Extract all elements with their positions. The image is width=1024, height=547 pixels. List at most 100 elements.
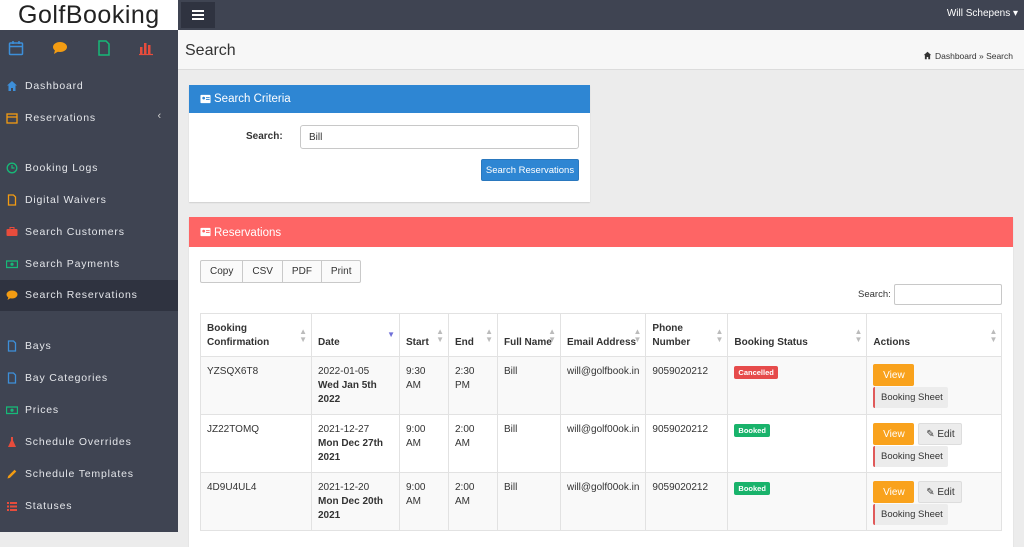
sort-icon: ▲ ▼ bbox=[633, 327, 642, 344]
sidebar-item-dashboard[interactable]: Dashboard bbox=[0, 71, 178, 102]
status-badge: Cancelled bbox=[734, 366, 778, 379]
column-header-full-name[interactable]: Full Name ▲ ▼ bbox=[497, 313, 561, 357]
bar-chart-icon[interactable] bbox=[138, 40, 154, 56]
booking-sheet-button[interactable]: Booking Sheet bbox=[873, 387, 949, 408]
table-row: YZSQX6T8 2022-01-05 Wed Jan 5th 2022 9:30… bbox=[200, 356, 1003, 415]
edit-button-label: Edit bbox=[937, 428, 955, 440]
money-icon bbox=[6, 406, 18, 415]
date-short: 2022-01-05 bbox=[318, 366, 370, 377]
calendar-icon bbox=[6, 113, 18, 124]
sidebar-item-label: Booking Logs bbox=[25, 162, 99, 174]
sidebar-item-prices[interactable]: Prices bbox=[0, 395, 178, 426]
reservations-header: Reservations bbox=[189, 217, 1013, 247]
column-header-email-address[interactable]: Email Address ▲ ▼ bbox=[559, 313, 647, 357]
table-header-row: Booking Confirmation ▲ ▼ Date ▼ Start ▲ ▼ End… bbox=[200, 313, 1003, 357]
column-header-phone-number[interactable]: Phone Number ▲ ▼ bbox=[645, 313, 729, 357]
chevron-left-icon: ‹ bbox=[157, 110, 162, 122]
booking-sheet-button[interactable]: Booking Sheet bbox=[873, 504, 949, 525]
table-row: JZ22TOMQ 2021-12-27 Mon Dec 27th 2021 9:0… bbox=[200, 414, 1003, 473]
file-outline-icon bbox=[7, 372, 17, 384]
cell-start: 9:30 AM bbox=[399, 356, 449, 415]
cell-actions: View ✎ Edit Booking Sheet bbox=[866, 472, 1003, 531]
sidebar-item-bay-categories[interactable]: Bay Categories bbox=[0, 363, 178, 394]
cell-full-name: Bill bbox=[497, 472, 561, 531]
table-search-label: Search: bbox=[858, 289, 891, 300]
cell-start: 9:00 AM bbox=[399, 414, 449, 473]
cell-end: 2:00 AM bbox=[448, 472, 498, 531]
cell-email: will@golfbook.in bbox=[559, 356, 647, 415]
cell-status: Booked bbox=[727, 414, 868, 473]
id-card-icon bbox=[200, 227, 211, 237]
edit-button[interactable]: ✎ Edit bbox=[918, 481, 963, 503]
table-row: 4D9U4UL4 2021-12-20 Mon Dec 20th 2021 9:0… bbox=[200, 472, 1003, 531]
date-long: Mon Dec 20th 2021 bbox=[318, 496, 384, 521]
search-criteria-panel: Search Criteria Search: Search Reservati… bbox=[189, 85, 590, 202]
view-button[interactable]: View bbox=[873, 423, 915, 445]
chat-bubble-icon[interactable] bbox=[52, 40, 68, 56]
calendar-icon[interactable] bbox=[8, 40, 24, 56]
column-header-booking-confirmation[interactable]: Booking Confirmation ▲ ▼ bbox=[200, 313, 312, 357]
search-criteria-title: Search Criteria bbox=[214, 93, 291, 105]
view-button[interactable]: View bbox=[873, 364, 915, 386]
sidebar-item-label: Search Payments bbox=[25, 258, 120, 270]
column-header-label: Actions bbox=[873, 337, 911, 348]
column-header-actions[interactable]: Actions ▲ ▼ bbox=[866, 313, 1003, 357]
cell-confirmation: JZ22TOMQ bbox=[200, 414, 312, 473]
quick-icons-bar bbox=[0, 38, 178, 62]
search-label: Search: bbox=[246, 131, 283, 142]
sidebar-item-search-payments[interactable]: Search Payments bbox=[0, 249, 178, 280]
cell-confirmation: 4D9U4UL4 bbox=[200, 472, 312, 531]
column-header-start[interactable]: Start ▲ ▼ bbox=[399, 313, 449, 357]
pdf-button[interactable]: PDF bbox=[281, 260, 322, 283]
sidebar-item-label: Search Customers bbox=[25, 226, 125, 238]
file-icon[interactable] bbox=[96, 40, 112, 56]
cell-date: 2021-12-20 Mon Dec 20th 2021 bbox=[311, 472, 400, 531]
home-icon bbox=[923, 51, 932, 60]
column-header-date[interactable]: Date ▼ bbox=[311, 313, 400, 357]
table-search-input[interactable] bbox=[894, 284, 1002, 305]
search-reservations-button[interactable]: Search Reservations bbox=[481, 159, 579, 181]
user-name: Will Schepens bbox=[946, 8, 1011, 19]
clock-icon bbox=[6, 162, 18, 174]
sidebar-item-bays[interactable]: Bays bbox=[0, 331, 178, 362]
column-header-label: End bbox=[455, 337, 474, 348]
copy-button[interactable]: Copy bbox=[200, 260, 244, 283]
user-menu[interactable]: Will Schepens ▾ bbox=[947, 8, 1018, 19]
cell-end: 2:30 PM bbox=[448, 356, 498, 415]
sidebar-item-schedule-templates[interactable]: Schedule Templates bbox=[0, 459, 178, 490]
csv-button[interactable]: CSV bbox=[242, 260, 283, 283]
print-button[interactable]: Print bbox=[320, 260, 362, 283]
view-button[interactable]: View bbox=[873, 481, 915, 503]
sidebar-item-schedule-overrides[interactable]: Schedule Overrides bbox=[0, 427, 178, 458]
logo[interactable]: GolfBooking bbox=[0, 0, 178, 30]
cell-full-name: Bill bbox=[497, 414, 561, 473]
sidebar-item-digital-waivers[interactable]: Digital Waivers bbox=[0, 185, 178, 216]
sort-icon: ▲ ▼ bbox=[548, 327, 556, 344]
sort-desc-icon: ▼ bbox=[387, 330, 395, 339]
status-badge: Booked bbox=[734, 482, 770, 495]
sidebar-item-search-reservations[interactable]: Search Reservations bbox=[0, 280, 178, 311]
sidebar-item-booking-logs[interactable]: Booking Logs bbox=[0, 153, 178, 184]
sidebar-item-reservations[interactable]: Reservations ‹ bbox=[0, 103, 178, 134]
breadcrumb-home-link[interactable]: Dashboard bbox=[935, 51, 977, 61]
id-card-icon bbox=[200, 94, 211, 104]
cell-actions: View ✎ Edit Booking Sheet bbox=[866, 414, 1003, 473]
sidebar-item-label: Prices bbox=[25, 404, 59, 416]
edit-button[interactable]: ✎ Edit bbox=[918, 423, 963, 445]
sidebar-item-label: Search Reservations bbox=[25, 289, 138, 301]
sidebar-item-label: Dashboard bbox=[25, 80, 84, 92]
logo-text: GolfBooking bbox=[18, 1, 160, 29]
search-input[interactable] bbox=[300, 125, 579, 149]
sidebar-item-search-customers[interactable]: Search Customers bbox=[0, 217, 178, 248]
column-header-label: Email Address bbox=[567, 337, 637, 348]
pencil-icon bbox=[7, 469, 17, 479]
cell-status: Booked bbox=[727, 472, 868, 531]
column-header-end[interactable]: End ▲ ▼ bbox=[448, 313, 498, 357]
sidebar-item-statuses[interactable]: Statuses bbox=[0, 491, 178, 522]
file-icon bbox=[7, 194, 17, 206]
menu-toggle-button[interactable] bbox=[181, 2, 215, 28]
column-header-booking-status[interactable]: Booking Status ▲ ▼ bbox=[727, 313, 868, 357]
booking-sheet-button[interactable]: Booking Sheet bbox=[873, 446, 949, 467]
cell-confirmation: YZSQX6T8 bbox=[200, 356, 312, 415]
cell-email: will@golf00ok.in bbox=[559, 414, 647, 473]
